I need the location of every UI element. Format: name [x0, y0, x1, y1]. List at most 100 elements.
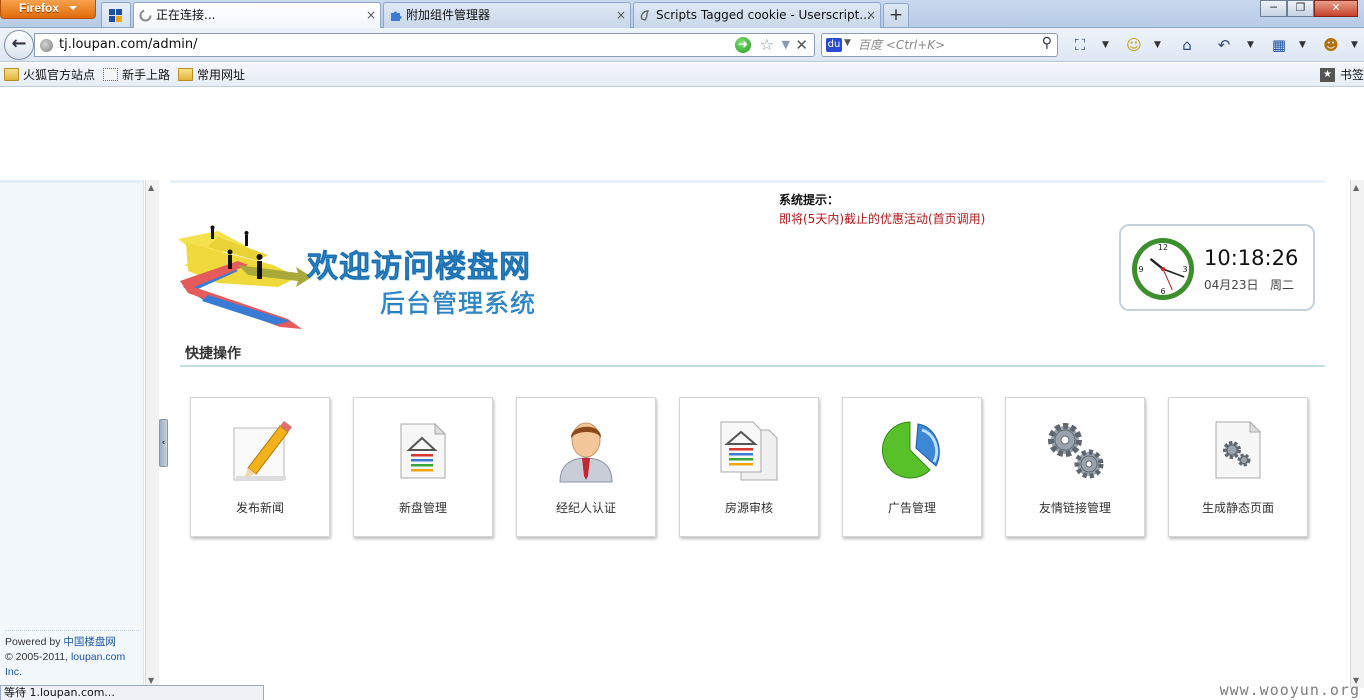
scroll-up-icon[interactable]: ▲	[1353, 183, 1359, 192]
bookmark-common-sites[interactable]: 常用网址	[178, 67, 245, 83]
dotted-page-icon	[103, 68, 118, 81]
close-tab-icon[interactable]: ×	[866, 3, 876, 27]
firefox-menu-button[interactable]: Firefox	[0, 0, 96, 19]
search-icon[interactable]: ⚲	[1042, 35, 1052, 51]
quick-action-label: 房源审核	[724, 501, 773, 515]
greasemonkey-dropdown-icon[interactable]: ▼	[1351, 36, 1358, 54]
gears-icon	[1048, 423, 1104, 479]
analog-clock-icon: 12 3 6 9	[1132, 238, 1194, 300]
back-button[interactable]: ←	[4, 30, 34, 60]
system-notice-title: 系统提示：	[779, 193, 840, 207]
baidu-engine-icon[interactable]: du	[826, 38, 842, 52]
powered-by-line: Powered by 中国楼盘网	[5, 635, 141, 650]
puzzle-icon	[391, 11, 402, 21]
tab-title: 正在连接...	[156, 8, 216, 22]
quick-action-label: 广告管理	[887, 501, 936, 515]
powered-by-text: Powered by	[5, 636, 64, 648]
status-bar: 等待 1.loupan.com...	[0, 685, 264, 700]
screenshot-dropdown-icon[interactable]: ▼	[1102, 36, 1109, 54]
left-sidebar-frame: Powered by 中国楼盘网 © 2005-2011, loupan.com…	[0, 180, 144, 688]
bookmark-star-icon[interactable]: ☆	[760, 35, 774, 54]
system-notice-link[interactable]: 即将(5天内)截止的优惠活动(首页调用)	[779, 210, 985, 227]
tab-userscripts[interactable]: Scripts Tagged cookie - Userscript... ×	[633, 2, 881, 28]
chevron-down-icon	[69, 6, 77, 10]
logo-subtitle: 后台管理系统	[380, 289, 537, 318]
url-text[interactable]: tj.loupan.com/admin/	[59, 34, 198, 56]
copyright-link[interactable]: loupan.com	[71, 651, 125, 663]
maximize-button[interactable]: ❐	[1287, 0, 1314, 17]
smiley-icon[interactable]: ☺	[1124, 35, 1144, 55]
quick-action-friend-links[interactable]: 友情链接管理	[1005, 397, 1145, 537]
folder-icon	[178, 68, 193, 81]
powered-by-link[interactable]: 中国楼盘网	[63, 636, 116, 648]
scroll-down-icon[interactable]: ▼	[148, 676, 154, 685]
bookmark-label: 常用网址	[197, 68, 246, 82]
close-tab-icon[interactable]: ×	[616, 3, 626, 27]
search-bar[interactable]: du ▼ 百度 <Ctrl+K> ⚲	[821, 33, 1058, 57]
url-history-dropdown-icon[interactable]: ▼	[782, 36, 790, 54]
bookmark-getting-started[interactable]: 新手上路	[103, 67, 170, 83]
quick-action-new-property[interactable]: 新盘管理	[353, 397, 493, 537]
stop-icon[interactable]: ✕	[795, 35, 808, 55]
undo-dropdown-icon[interactable]: ▼	[1247, 36, 1254, 54]
gear-document-icon	[1215, 420, 1262, 479]
close-tab-icon[interactable]: ×	[366, 3, 376, 27]
loading-icon	[139, 9, 152, 22]
quick-action-ad-management[interactable]: 广告管理	[842, 397, 982, 537]
apps-grid-icon[interactable]: ▦	[1269, 35, 1289, 55]
quick-action-agent-certification[interactable]: 经纪人认证	[516, 397, 656, 537]
sidebar-scrollbar[interactable]: ▲ ▼	[145, 180, 159, 688]
greasemonkey-icon[interactable]: ☻	[1321, 35, 1341, 55]
screenshot-icon[interactable]: ⛶	[1070, 35, 1090, 55]
clock-label-9: 9	[1138, 265, 1143, 274]
page-top-blank	[0, 88, 1364, 180]
person-icon	[559, 422, 613, 483]
bookmark-firefox-official[interactable]: 火狐官方站点	[4, 67, 95, 83]
quick-actions-divider	[180, 365, 1325, 367]
quick-actions-title: 快捷操作	[185, 346, 241, 362]
bookmark-label: 新手上路	[122, 68, 171, 82]
apps-dropdown-icon[interactable]: ▼	[1299, 36, 1306, 54]
quick-action-listing-review[interactable]: 房源审核	[679, 397, 819, 537]
window-controls: ─ ❐ ✕	[1260, 0, 1358, 18]
scroll-up-icon[interactable]: ▲	[148, 183, 154, 192]
clock-widget: 12 3 6 9 10:18:26 04月23日 周二	[1119, 224, 1315, 311]
bookmarks-star-icon: ★	[1319, 68, 1335, 82]
minimize-button[interactable]: ─	[1260, 0, 1287, 17]
navigation-toolbar: tj.loupan.com/admin/ ➜ ☆ ▼ ✕ ← du ▼ 百度 <…	[0, 28, 1364, 62]
tab-addon-manager[interactable]: 附加组件管理器 ×	[383, 2, 631, 28]
tab-connecting[interactable]: 正在连接... ×	[133, 2, 381, 29]
bookmark-label: 火狐官方站点	[23, 68, 96, 82]
firefox-menu-label: Firefox	[19, 1, 60, 15]
home-icon[interactable]: ⌂	[1177, 35, 1197, 55]
go-arrow-icon[interactable]: ➜	[735, 37, 751, 53]
app-tab-icon	[109, 9, 122, 22]
quick-action-label: 经纪人认证	[555, 501, 616, 515]
quick-action-generate-static[interactable]: 生成静态页面	[1168, 397, 1308, 537]
back-arrow-icon: ←	[11, 33, 27, 54]
sidebar-footer: Powered by 中国楼盘网 © 2005-2011, loupan.com…	[5, 630, 141, 680]
url-bar[interactable]: tj.loupan.com/admin/ ➜ ☆ ▼ ✕	[34, 33, 815, 57]
app-tab[interactable]	[101, 2, 131, 27]
smiley-dropdown-icon[interactable]: ▼	[1154, 36, 1161, 54]
tab-title: Scripts Tagged cookie - Userscript...	[656, 8, 871, 22]
clock-label-12: 12	[1158, 243, 1168, 252]
tab-title: 附加组件管理器	[406, 8, 491, 22]
quick-action-publish-news[interactable]: 发布新闻	[190, 397, 330, 537]
clock-label-3: 3	[1182, 265, 1187, 274]
engine-dropdown-icon[interactable]: ▼	[844, 38, 851, 48]
sidebar-collapse-handle[interactable]: ‹	[159, 419, 168, 467]
close-window-button[interactable]: ✕	[1314, 0, 1358, 17]
bookmarks-toolbar: 火狐官方站点 新手上路 常用网址 ★ 书签	[0, 63, 1364, 87]
search-input[interactable]: 百度 <Ctrl+K>	[858, 34, 945, 56]
userscript-icon	[640, 10, 650, 21]
bookmarks-menu-button[interactable]: ★ 书签	[1319, 67, 1364, 83]
new-tab-button[interactable]: +	[883, 3, 909, 27]
undo-close-icon[interactable]: ↶	[1214, 35, 1234, 55]
main-scrollbar[interactable]: ▲ ▼	[1350, 180, 1364, 688]
copyright-line: © 2005-2011, loupan.com	[5, 650, 141, 665]
logo-title: 欢迎访问楼盘网	[307, 249, 531, 286]
house-documents-icon	[720, 421, 778, 481]
site-identity-icon[interactable]	[40, 39, 53, 52]
quick-action-label: 发布新闻	[235, 501, 284, 515]
